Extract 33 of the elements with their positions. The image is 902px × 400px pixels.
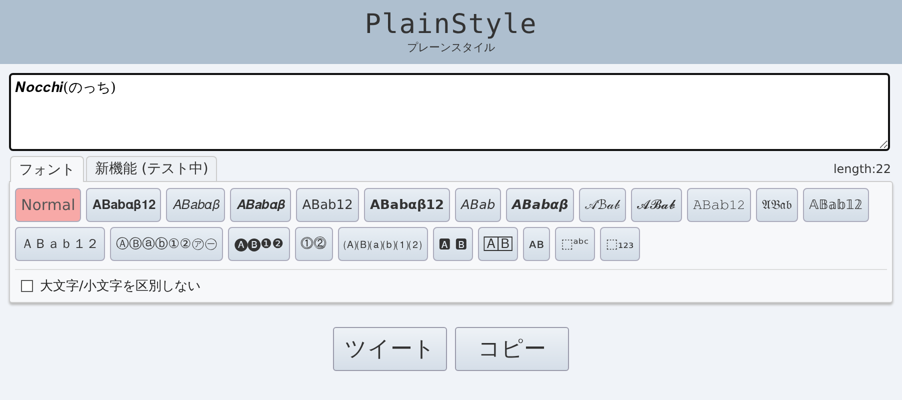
style-button[interactable]: 𝐀𝐁𝐚𝐛𝛂𝛃𝟏𝟐 bbox=[86, 188, 162, 222]
style-button[interactable]: 🄐🄑⒜⒝⑴⑵ bbox=[338, 227, 428, 261]
style-button[interactable]: 𝘼𝘽𝙖𝙗𝞪𝞫 bbox=[506, 188, 574, 222]
style-button[interactable]: ＡＢａｂ１２ bbox=[15, 227, 105, 261]
style-button[interactable]: 𝓐𝓑𝓪𝓫 bbox=[631, 188, 682, 222]
style-button[interactable]: ᴀʙ bbox=[522, 227, 550, 261]
style-button[interactable]: 🄰🄱 bbox=[478, 227, 518, 261]
checkbox-label: 大文字/小文字を区別しない bbox=[40, 278, 200, 295]
style-button[interactable]: 🅰 🅱 bbox=[432, 227, 473, 261]
style-button[interactable]: ⒶⒷⓐⓑ①②㋐㊀ bbox=[110, 227, 224, 261]
style-button[interactable]: 𝔄𝔅𝔞𝔟 bbox=[756, 188, 798, 222]
style-button[interactable]: 𝗔𝗕𝗮𝗯𝝰𝝱𝟭𝟮 bbox=[364, 188, 450, 222]
tab[interactable]: 新機能 (テスト中) bbox=[86, 156, 218, 181]
tab[interactable]: フォント bbox=[10, 156, 84, 182]
style-button[interactable]: 𝘈𝘉𝘢𝘣 bbox=[454, 188, 501, 222]
style-button[interactable]: 𝒜ℬ𝒶𝒷 bbox=[578, 188, 626, 222]
style-button[interactable]: 𝐴𝐵𝑎𝑏𝛼𝛽 bbox=[166, 188, 226, 222]
style-button[interactable]: Normal bbox=[15, 188, 82, 222]
action-button[interactable]: ツイート bbox=[333, 327, 447, 371]
checkbox[interactable] bbox=[21, 280, 33, 292]
style-button[interactable]: 𝑨𝑩𝒂𝒃𝜶𝜷 bbox=[230, 188, 292, 222]
style-button[interactable]: 𝙰𝙱𝚊𝚋𝟷𝟸 bbox=[687, 188, 752, 222]
app-subtitle: プレーンスタイル bbox=[407, 41, 495, 55]
style-button[interactable]: 𝖠𝖡𝖺𝖻𝟣𝟤 bbox=[296, 188, 359, 222]
length-counter: length:22 bbox=[833, 162, 892, 178]
style-button[interactable]: ⬚₁₂₃ bbox=[600, 227, 640, 261]
style-button[interactable]: ⬚ᵃᵇᶜ bbox=[555, 227, 595, 261]
text-input-field[interactable]: 𝑵𝒐𝒄𝒄𝒉𝒊(のっち) bbox=[9, 73, 890, 151]
action-button[interactable]: コピー bbox=[455, 327, 569, 371]
style-button[interactable]: 🅐🅑❶❷ bbox=[228, 227, 290, 261]
style-button[interactable]: ⓵⓶ bbox=[294, 227, 333, 261]
app-title: PlainStyle bbox=[364, 9, 538, 41]
style-button[interactable]: 𝔸𝔹𝕒𝕓𝟙𝟚 bbox=[803, 188, 869, 222]
